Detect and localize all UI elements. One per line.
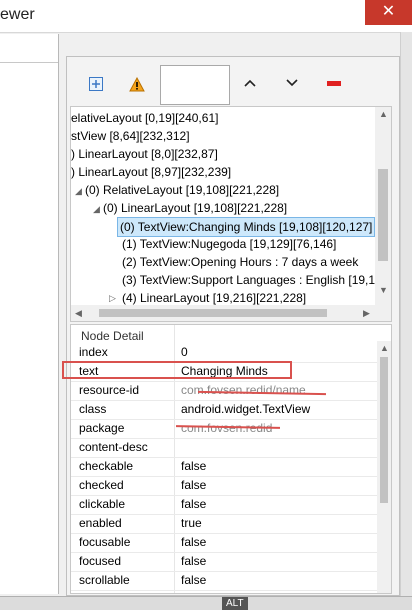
property-key: enabled: [79, 516, 122, 530]
pane-separator: [0, 62, 58, 63]
property-key: class: [79, 402, 107, 416]
property-key: checkable: [79, 459, 134, 473]
scroll-down-icon[interactable]: ▼: [379, 285, 388, 295]
property-row[interactable]: content-desc: [71, 438, 377, 458]
property-row[interactable]: checked false: [71, 476, 377, 496]
property-key: index: [79, 345, 108, 359]
toolbar: [68, 60, 396, 106]
property-row[interactable]: index 0: [71, 343, 377, 363]
scroll-right-icon[interactable]: ▶: [363, 308, 370, 319]
property-row[interactable]: clickable false: [71, 495, 377, 515]
property-value: 0: [181, 345, 188, 359]
tree-node[interactable]: ) LinearLayout [8,97][232,239]: [71, 163, 231, 181]
property-row[interactable]: class android.widget.TextView: [71, 400, 377, 420]
warning-icon[interactable]: [128, 75, 146, 93]
detail-vertical-scrollbar[interactable]: ▲: [377, 341, 391, 593]
property-value: false: [181, 554, 207, 568]
scroll-up-icon[interactable]: ▲: [379, 109, 388, 119]
title-bar: ewer ✕: [0, 0, 412, 33]
tree-node[interactable]: (1) TextView:Nugegoda [19,129][76,146]: [122, 235, 336, 253]
close-button[interactable]: ✕: [365, 0, 412, 25]
screenshot-pane: [0, 34, 59, 594]
tree-node[interactable]: stView [8,64][232,312]: [71, 127, 190, 145]
hierarchy-tree[interactable]: elativeLayout [0,19][240,61] stView [8,6…: [70, 106, 392, 322]
tree-vertical-scrollbar[interactable]: ▲ ▼: [375, 107, 391, 321]
bottom-bar: ALT: [0, 596, 412, 610]
property-value: false: [181, 573, 207, 587]
property-key: clickable: [79, 497, 126, 511]
property-key: scrollable: [79, 573, 130, 587]
alt-key-label: ALT: [222, 597, 248, 610]
property-row[interactable]: scrollable false: [71, 571, 377, 591]
property-row[interactable]: focused false: [71, 552, 377, 572]
property-key: content-desc: [79, 440, 148, 454]
highlight-annotation-box: [62, 361, 292, 379]
tree-horizontal-scrollbar[interactable]: ◀ ▶: [71, 305, 375, 321]
scroll-thumb[interactable]: [99, 309, 327, 317]
property-key: resource-id: [79, 383, 140, 397]
arrow-down-icon[interactable]: [284, 76, 300, 90]
zoom-field[interactable]: [160, 65, 230, 105]
property-row[interactable]: enabled true: [71, 514, 377, 534]
expand-arrow-icon[interactable]: ▷: [109, 293, 116, 304]
scroll-up-icon[interactable]: ▲: [380, 343, 389, 353]
property-key: package: [79, 421, 125, 435]
property-value: false: [181, 478, 207, 492]
window-title: ewer: [0, 6, 35, 23]
remove-icon[interactable]: [326, 77, 342, 89]
property-value: false: [181, 497, 207, 511]
scroll-thumb[interactable]: [378, 169, 388, 261]
tree-node[interactable]: (0) RelativeLayout [19,108][221,228]: [85, 181, 279, 199]
property-value: true: [181, 516, 202, 530]
node-detail-header: Node Detail: [81, 329, 144, 343]
property-row[interactable]: focusable false: [71, 533, 377, 553]
tree-node[interactable]: (0) LinearLayout [19,108][221,228]: [103, 199, 287, 217]
collapse-arrow-icon[interactable]: ◢: [93, 204, 100, 215]
collapse-arrow-icon[interactable]: ◢: [75, 186, 82, 197]
property-key: focused: [79, 554, 122, 568]
property-value: false: [181, 459, 207, 473]
scroll-thumb[interactable]: [380, 357, 388, 503]
property-key: focusable: [79, 535, 131, 549]
arrow-up-icon[interactable]: [242, 76, 258, 90]
tree-node[interactable]: (2) TextView:Opening Hours : 7 days a we…: [122, 253, 358, 271]
property-value: android.widget.TextView: [181, 402, 311, 416]
tree-node[interactable]: (3) TextView:Support Languages : English…: [122, 271, 382, 289]
tree-node-selected[interactable]: (0) TextView:Changing Minds [19,108][120…: [117, 217, 376, 237]
property-row[interactable]: package com.fovsen.redid: [71, 419, 377, 439]
expand-all-icon[interactable]: [88, 76, 104, 92]
tree-node[interactable]: ) LinearLayout [8,0][232,87]: [71, 145, 218, 163]
property-value: false: [181, 535, 207, 549]
right-edge-panel: [400, 32, 412, 609]
scroll-left-icon[interactable]: ◀: [75, 308, 82, 319]
tree-node[interactable]: elativeLayout [0,19][240,61]: [71, 109, 218, 127]
property-key: checked: [79, 478, 124, 492]
property-row[interactable]: checkable false: [71, 457, 377, 477]
